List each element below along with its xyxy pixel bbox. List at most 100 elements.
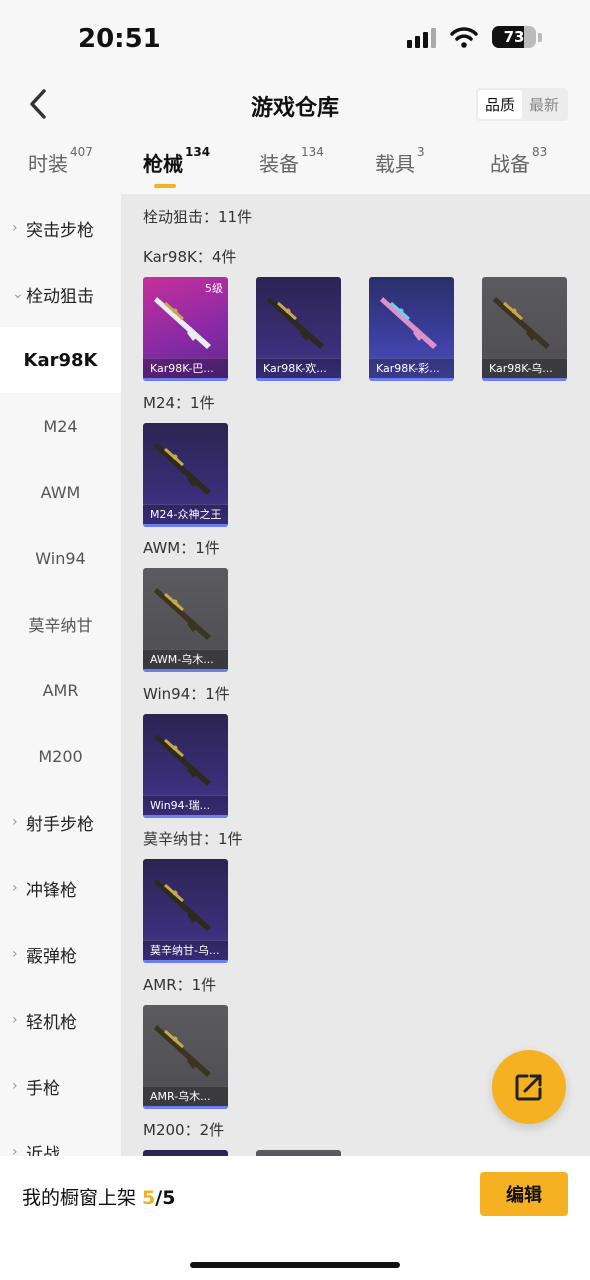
sidebar-item-label: 霰弹枪 bbox=[26, 946, 77, 967]
tab-count: 134 bbox=[185, 145, 211, 159]
showcase-count: 5 bbox=[142, 1187, 156, 1209]
weapon-name: Win94-瑞... bbox=[143, 794, 228, 815]
cellular-signal-icon bbox=[407, 26, 436, 48]
tab-count: 3 bbox=[417, 145, 425, 159]
rarity-bar bbox=[143, 1105, 228, 1109]
sidebar-item-m24[interactable]: M24 bbox=[0, 393, 121, 459]
weapon-card[interactable]: Kar98K-欢... bbox=[256, 277, 341, 381]
sidebar-item-melee[interactable]: › 近战 bbox=[0, 1119, 121, 1156]
share-button[interactable] bbox=[492, 1050, 566, 1124]
section-label: Win94：1件 bbox=[143, 684, 230, 703]
sidebar-item-smg[interactable]: › 冲锋枪 bbox=[0, 855, 121, 921]
sidebar-item-amr[interactable]: AMR bbox=[0, 657, 121, 723]
weapon-card[interactable]: 5级 Kar98K-巴... bbox=[143, 277, 228, 381]
sidebar-item-awm[interactable]: AWM bbox=[0, 459, 121, 525]
category-count-label: 栓动狙击：11件 bbox=[143, 208, 253, 226]
section-label: 莫辛纳甘：1件 bbox=[143, 830, 243, 848]
section-label: AWM：1件 bbox=[143, 539, 220, 557]
share-external-icon bbox=[515, 1074, 542, 1101]
chevron-right-icon: › bbox=[12, 1144, 18, 1156]
tab-count: 134 bbox=[301, 145, 324, 159]
battery-icon: 73 bbox=[492, 26, 536, 48]
chevron-right-icon: › bbox=[12, 946, 18, 962]
chevron-down-icon: ⌄ bbox=[12, 286, 24, 302]
sidebar-item-win94[interactable]: Win94 bbox=[0, 525, 121, 591]
rarity-bar bbox=[143, 523, 228, 527]
rarity-bar bbox=[143, 814, 228, 818]
sidebar-item-assault-rifle[interactable]: › 突击步枪 bbox=[0, 195, 121, 261]
tab-firearms[interactable]: 枪械 134 bbox=[143, 145, 211, 188]
level-badge: 5级 bbox=[205, 282, 223, 295]
weapon-card[interactable]: 莫辛纳甘-乌... bbox=[143, 859, 228, 963]
weapon-category-sidebar: › 突击步枪 ⌄ 栓动狙击 Kar98K M24 AWM Win94 莫辛纳甘 AM… bbox=[0, 194, 121, 1156]
sidebar-item-label: 栓动狙击 bbox=[26, 286, 94, 307]
rifle-image bbox=[154, 733, 211, 786]
home-indicator bbox=[190, 1262, 400, 1268]
rifle-image bbox=[154, 297, 211, 349]
rifle-image bbox=[267, 297, 324, 349]
tab-equipment[interactable]: 装备 134 bbox=[259, 145, 324, 177]
weapon-name: Kar98K-彩... bbox=[369, 358, 454, 378]
status-bar: 20:51 73 bbox=[0, 0, 590, 80]
weapon-card[interactable]: M24-众神之王 bbox=[143, 422, 228, 527]
showcase-total: /5 bbox=[155, 1187, 176, 1209]
chevron-right-icon: › bbox=[12, 814, 18, 830]
weapon-name: Kar98K-欢... bbox=[256, 358, 341, 378]
sidebar-item-m200[interactable]: M200 bbox=[0, 723, 121, 789]
tab-combat-gear[interactable]: 战备 83 bbox=[490, 145, 548, 177]
sidebar-item-label: 轻机枪 bbox=[26, 1012, 77, 1033]
sort-quality-button[interactable]: 品质 bbox=[477, 90, 522, 119]
category-tabs: 时装 407 枪械 134 装备 134 载具 3 战备 83 bbox=[0, 140, 590, 194]
weapon-name: AWM-乌木... bbox=[143, 649, 228, 669]
section-label: Kar98K：4件 bbox=[143, 248, 237, 266]
tab-label: 枪械 bbox=[143, 152, 183, 176]
sidebar-item-label: 冲锋枪 bbox=[26, 880, 77, 901]
sidebar-item-shotgun[interactable]: › 霰弹枪 bbox=[0, 921, 121, 987]
weapon-name: Kar98K-乌... bbox=[482, 358, 567, 378]
rifle-image bbox=[154, 1024, 211, 1077]
status-time: 20:51 bbox=[78, 24, 161, 54]
section-label: M200：2件 bbox=[143, 1121, 225, 1139]
rarity-bar bbox=[143, 960, 228, 963]
weapon-name: AMR-乌木... bbox=[143, 1085, 228, 1106]
weapon-name: Kar98K-巴... bbox=[143, 358, 228, 378]
rifle-image bbox=[154, 442, 211, 495]
weapon-card[interactable]: AMR-乌木... bbox=[143, 1004, 228, 1109]
nav-bar: 游戏仓库 品质 最新 bbox=[0, 80, 590, 130]
sidebar-item-label: 手枪 bbox=[26, 1078, 60, 1099]
tab-label: 战备 bbox=[490, 152, 530, 176]
tab-fashion[interactable]: 时装 407 bbox=[28, 145, 93, 177]
tab-label: 时装 bbox=[28, 152, 68, 176]
sort-latest-button[interactable]: 最新 bbox=[522, 90, 566, 119]
sidebar-item-bolt-action-sniper[interactable]: ⌄ 栓动狙击 bbox=[0, 261, 121, 327]
sidebar-item-marksman-rifle[interactable]: › 射手步枪 bbox=[0, 789, 121, 855]
tab-vehicles[interactable]: 载具 3 bbox=[375, 145, 425, 177]
tab-count: 83 bbox=[532, 145, 548, 159]
rifle-image bbox=[493, 297, 550, 349]
chevron-right-icon: › bbox=[12, 1012, 18, 1028]
tab-count: 407 bbox=[70, 145, 93, 159]
sidebar-item-lmg[interactable]: › 轻机枪 bbox=[0, 987, 121, 1053]
sidebar-item-label: 射手步枪 bbox=[26, 814, 94, 835]
weapon-card[interactable]: Kar98K-乌... bbox=[482, 277, 567, 381]
tab-label: 载具 bbox=[375, 152, 415, 176]
sidebar-item-label: 近战 bbox=[26, 1144, 60, 1157]
rifle-image bbox=[380, 297, 437, 349]
weapon-grid-panel: 栓动狙击：11件 Kar98K：4件 5级 Kar98K-巴... Kar98K-欢.… bbox=[121, 194, 590, 1156]
showcase-status: 我的橱窗上架 5/5 bbox=[22, 1183, 175, 1210]
sidebar-item-kar98k[interactable]: Kar98K bbox=[0, 327, 121, 393]
sidebar-item-pistol[interactable]: › 手枪 bbox=[0, 1053, 121, 1119]
sidebar-item-mosin[interactable]: 莫辛纳甘 bbox=[0, 591, 121, 657]
battery-cap bbox=[538, 32, 542, 42]
status-icons: 73 bbox=[407, 26, 542, 48]
battery-percent: 73 bbox=[503, 28, 525, 46]
weapon-card[interactable]: Kar98K-彩... bbox=[369, 277, 454, 381]
bottom-bar: 我的橱窗上架 5/5 编辑 bbox=[0, 1156, 590, 1280]
weapon-name: 莫辛纳甘-乌... bbox=[143, 940, 228, 960]
sort-toggle: 品质 最新 bbox=[475, 88, 568, 121]
weapon-card[interactable]: AWM-乌木... bbox=[143, 568, 228, 672]
weapon-card[interactable]: Win94-瑞... bbox=[143, 713, 228, 818]
active-tab-indicator bbox=[154, 184, 176, 188]
edit-button[interactable]: 编辑 bbox=[480, 1172, 568, 1216]
chevron-right-icon: › bbox=[12, 220, 18, 236]
